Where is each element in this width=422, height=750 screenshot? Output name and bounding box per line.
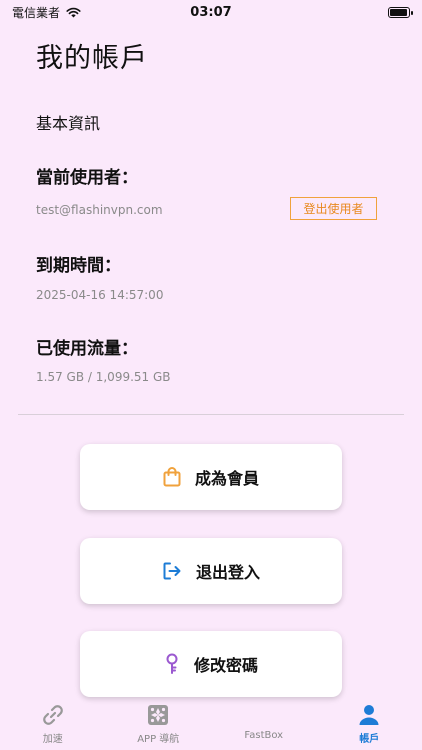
wifi-icon — [66, 7, 81, 17]
logout-user-button[interactable]: 登出使用者 — [290, 197, 377, 220]
status-bar: 電信業者 03:07 — [0, 0, 422, 24]
traffic-label: 已使用流量： — [36, 339, 138, 359]
link-icon — [42, 705, 63, 725]
logout-label: 退出登入 — [195, 563, 260, 582]
key-icon — [166, 653, 178, 674]
shopping-bag-icon — [163, 467, 181, 487]
tab-accelerate[interactable]: 加速 — [0, 702, 105, 745]
become-member-label: 成為會員 — [194, 469, 259, 488]
nav-grid-icon — [148, 705, 169, 725]
logout-button[interactable]: 退出登入 — [80, 538, 342, 604]
tab-app-nav-label: APP 導航 — [137, 734, 180, 745]
tab-account[interactable]: 帳戶 — [317, 702, 422, 745]
tab-fastbox-label: FastBox — [244, 730, 284, 741]
status-left: 電信業者 — [12, 4, 81, 21]
expiry-value: 2025-04-16 14:57:00 — [36, 288, 164, 302]
logout-icon — [163, 562, 181, 580]
expiry-label: 到期時間： — [36, 256, 121, 276]
status-time: 03:07 — [190, 4, 232, 20]
battery-icon — [388, 6, 413, 18]
tab-account-label: 帳戶 — [359, 734, 380, 745]
divider — [18, 414, 404, 415]
become-member-button[interactable]: 成為會員 — [80, 444, 342, 510]
tab-accelerate-label: 加速 — [42, 734, 63, 745]
current-user-value: test@flashinvpn.com — [36, 203, 163, 217]
change-password-button[interactable]: 修改密碼 — [80, 631, 342, 697]
section-title: 基本資訊 — [36, 114, 101, 133]
current-user-label: 當前使用者： — [36, 168, 138, 188]
tab-fastbox[interactable]: FastBox — [211, 702, 316, 741]
carrier-label: 電信業者 — [12, 5, 61, 20]
change-password-label: 修改密碼 — [193, 656, 258, 675]
tab-bar: 加速 APP 導航 FastBox 帳戶 — [0, 698, 422, 750]
traffic-value: 1.57 GB / 1,099.51 GB — [36, 370, 171, 384]
tab-app-nav[interactable]: APP 導航 — [106, 702, 211, 745]
person-icon — [359, 705, 379, 725]
page-title: 我的帳戶 — [36, 43, 148, 74]
